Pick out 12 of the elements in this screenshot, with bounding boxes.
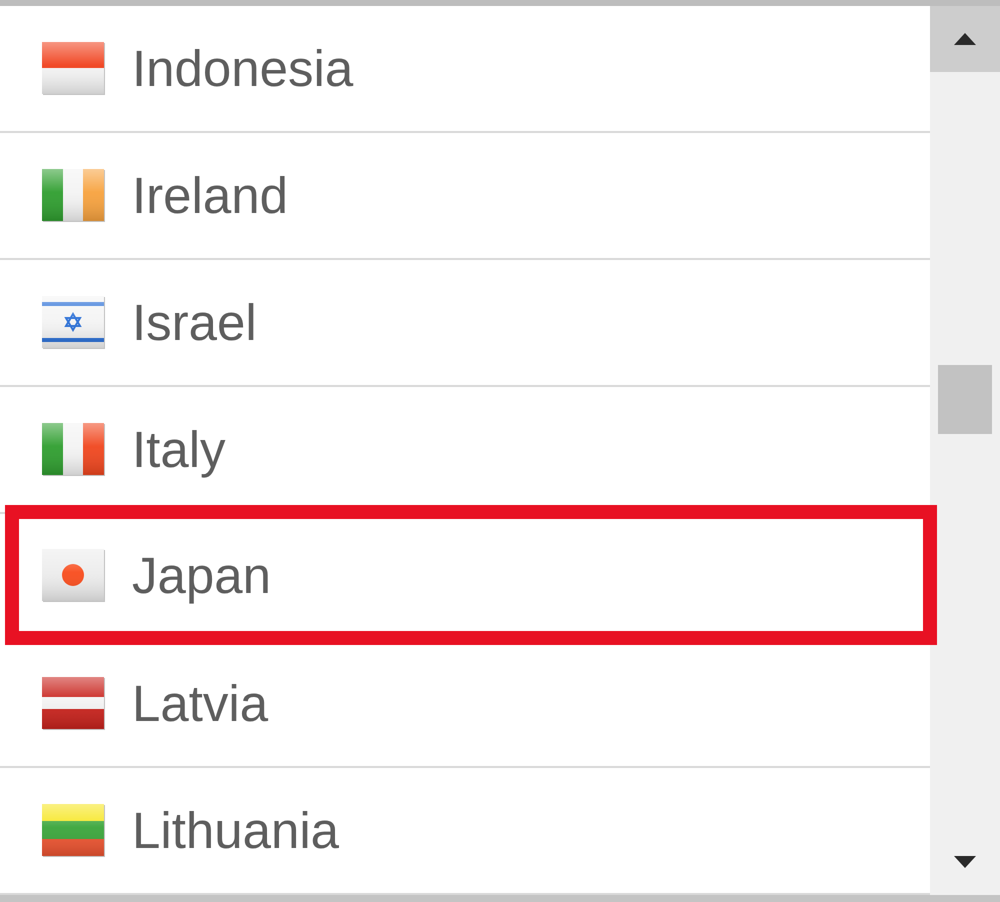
caret-up-icon <box>954 33 976 45</box>
country-option[interactable]: Japan <box>5 505 937 645</box>
flag-icon <box>42 296 105 349</box>
flag-icon <box>42 42 105 95</box>
flag-icon <box>42 677 105 730</box>
flag-icon <box>42 423 105 476</box>
scroll-thumb[interactable] <box>938 365 992 434</box>
flag-icon <box>42 804 105 857</box>
flag-icon <box>42 548 105 602</box>
caret-down-icon <box>954 856 976 868</box>
flag-icon <box>42 169 105 222</box>
scroll-up-button[interactable] <box>930 6 1000 72</box>
